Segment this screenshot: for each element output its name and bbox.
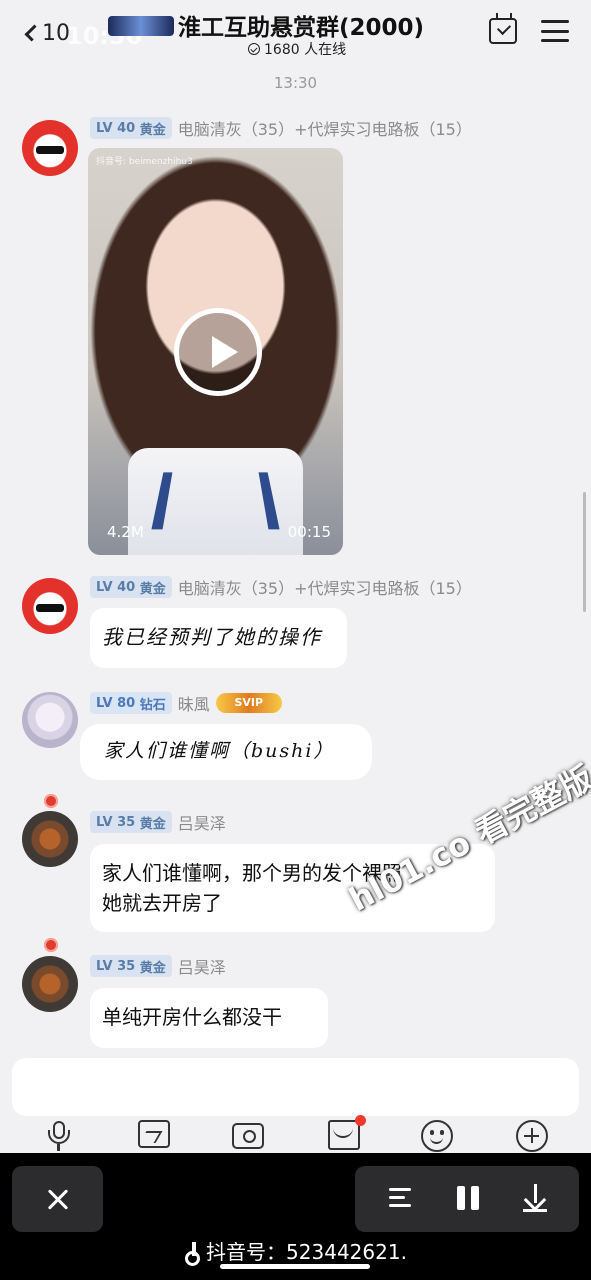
sender-meta: LV 35 黄金 吕昊泽 (90, 811, 226, 833)
calendar-check-icon[interactable] (489, 13, 517, 44)
sender-meta: LV 40 黄金 电脑清灰（35）+代焊实习电路板（15） (90, 117, 472, 139)
player-controls (355, 1166, 579, 1232)
flower-decoration-icon (44, 938, 58, 952)
image-icon[interactable] (138, 1120, 170, 1148)
flower-decoration-icon (44, 794, 58, 808)
list-icon[interactable] (389, 1188, 411, 1208)
pause-icon[interactable] (457, 1186, 479, 1210)
svip-badge: SVIP (215, 693, 282, 713)
sender-meta: LV 80 钻石 昧風 SVIP (90, 692, 282, 714)
chat-header: 10 10:50 淮工互助悬赏群(2000) 1680 人在线 (0, 0, 591, 66)
message-text: 家人们谁懂啊（bushi） (104, 740, 335, 762)
chevron-left-icon (24, 24, 42, 42)
back-button[interactable]: 10 (22, 16, 70, 50)
menu-icon[interactable] (541, 20, 569, 42)
online-check-icon (248, 43, 260, 55)
level-badge: LV 40 黄金 (90, 576, 172, 598)
avatar[interactable] (22, 578, 78, 634)
message-bubble[interactable]: 单纯开房什么都没干 (90, 988, 328, 1048)
microphone-icon[interactable] (43, 1120, 75, 1152)
download-icon[interactable] (523, 1184, 547, 1212)
level-badge: LV 35 黄金 (90, 811, 172, 833)
avatar[interactable] (22, 120, 78, 176)
tiktok-icon (184, 1242, 201, 1266)
sender-nick[interactable]: 吕昊泽 (178, 954, 226, 978)
camera-icon[interactable] (232, 1123, 264, 1149)
red-packet-icon[interactable] (328, 1120, 360, 1150)
video-watermark: 抖音号: beimenzhihu3 (96, 157, 193, 167)
avatar[interactable] (22, 692, 78, 748)
play-icon[interactable] (174, 308, 262, 396)
message-text: 单纯开房什么都没干 (102, 1005, 282, 1029)
sender-meta: LV 35 黄金 吕昊泽 (90, 955, 226, 977)
close-button[interactable] (12, 1166, 103, 1232)
avatar[interactable] (22, 811, 78, 867)
message-bubble[interactable]: 家人们谁懂啊（bushi） (80, 724, 372, 780)
message-bubble[interactable]: 我已经预判了她的操作 (90, 608, 347, 668)
home-indicator[interactable] (220, 1264, 370, 1269)
plus-icon[interactable] (516, 1120, 548, 1152)
input-toolbar (0, 1120, 591, 1154)
group-title[interactable]: 淮工互助悬赏群(2000) (178, 8, 424, 42)
message-timestamp: 13:30 (273, 74, 318, 92)
video-message[interactable]: 抖音号: beimenzhihu3 4.2M 00:15 (88, 148, 343, 555)
video-size: 4.2M (107, 523, 144, 541)
sender-nick[interactable]: 吕昊泽 (178, 810, 226, 834)
emoji-icon[interactable] (421, 1120, 453, 1152)
video-duration: 00:15 (287, 523, 331, 541)
online-count-text: 1680 人在线 (264, 42, 347, 58)
sender-meta: LV 40 黄金 电脑清灰（35）+代焊实习电路板（15） (90, 576, 472, 598)
douyin-id-text: 抖音号：523442621. (206, 1240, 407, 1264)
message-text: 我已经预判了她的操作 (102, 625, 322, 649)
avatar[interactable] (22, 956, 78, 1012)
level-badge: LV 80 钻石 (90, 692, 172, 714)
message-input[interactable] (12, 1058, 579, 1116)
level-badge: LV 40 黄金 (90, 117, 172, 139)
notification-dot (355, 1115, 366, 1126)
scrollbar[interactable] (583, 492, 586, 612)
group-logo (108, 16, 174, 36)
sender-nick[interactable]: 昧風 (178, 691, 210, 715)
douyin-id: 抖音号：523442621. (0, 1236, 591, 1266)
message-text: 她就去开房了 (102, 891, 222, 915)
level-badge: LV 35 黄金 (90, 955, 172, 977)
sender-nick[interactable]: 电脑清灰（35）+代焊实习电路板（15） (178, 575, 472, 599)
online-count: 1680 人在线 (248, 39, 346, 59)
video-frame-detail (151, 472, 280, 530)
sender-nick[interactable]: 电脑清灰（35）+代焊实习电路板（15） (178, 116, 472, 140)
